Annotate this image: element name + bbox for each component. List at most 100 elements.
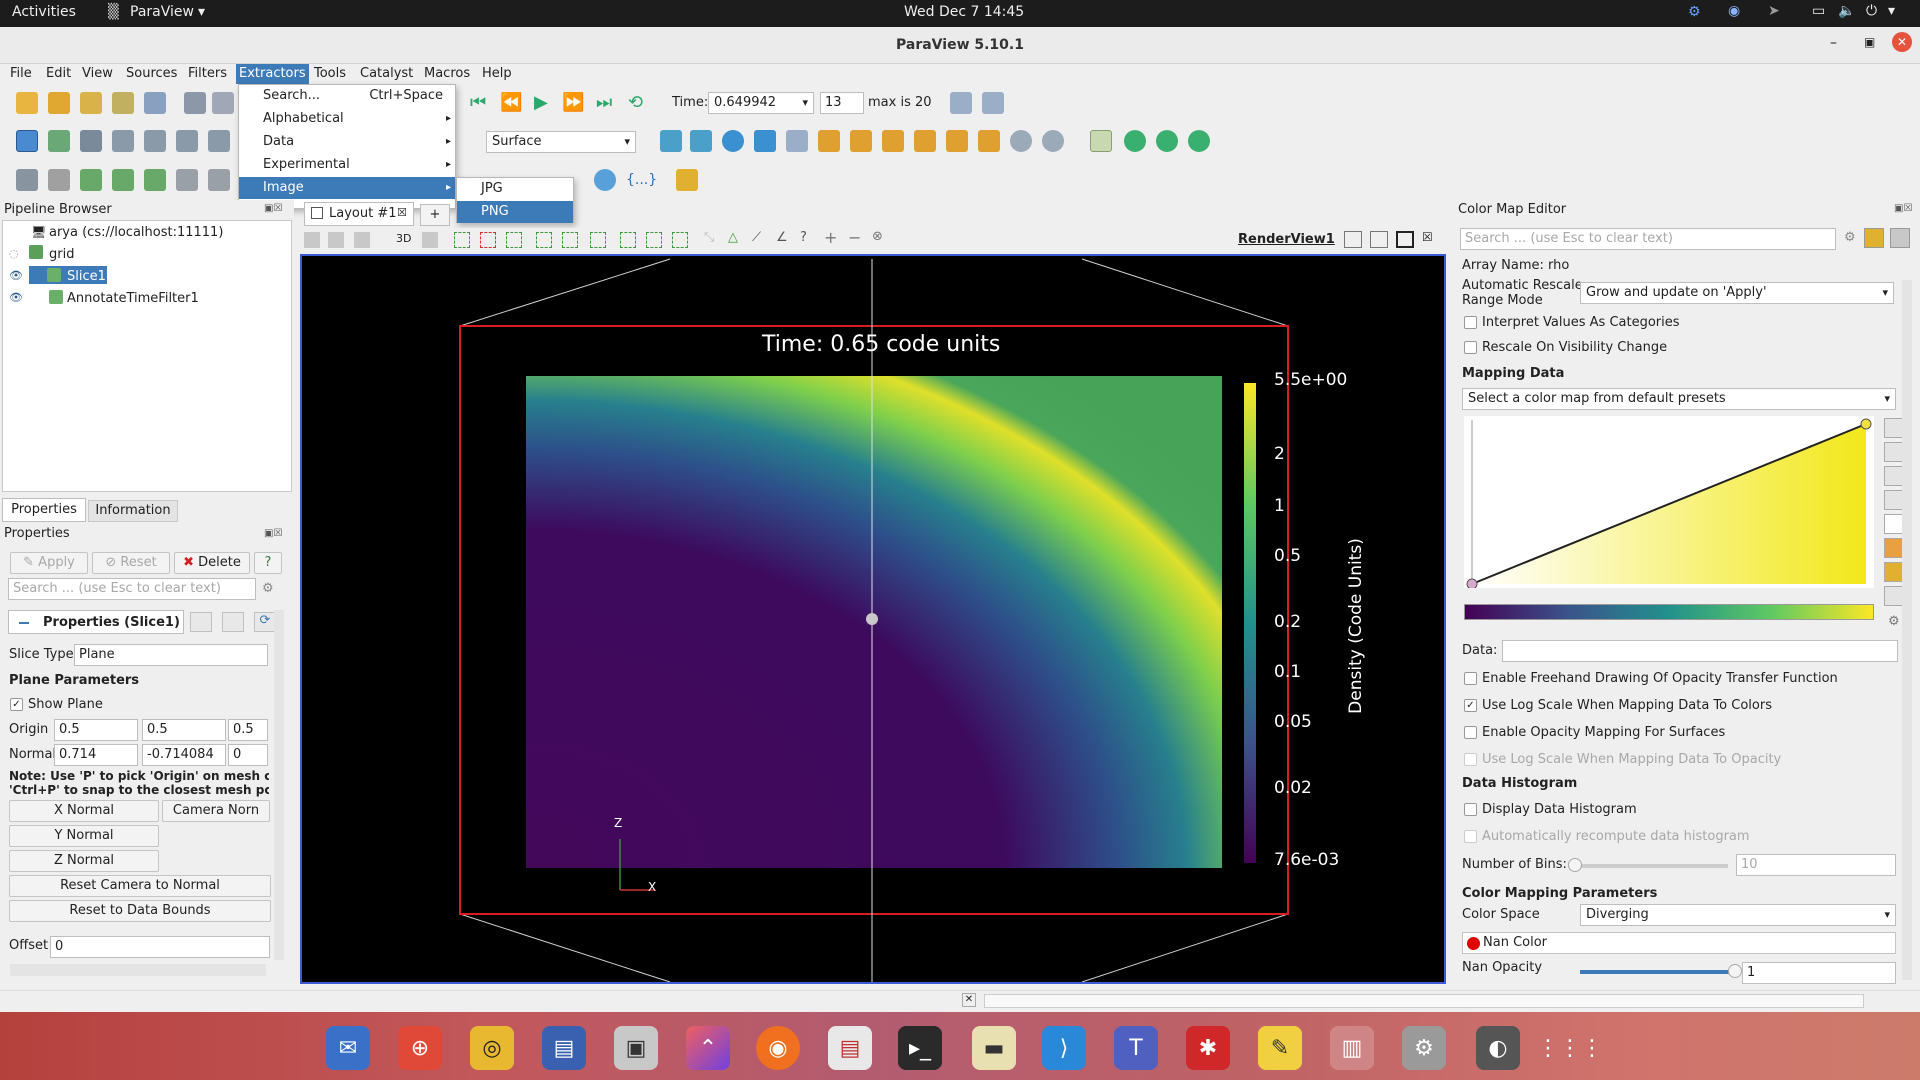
color-space-combo[interactable]: Diverging <box>1580 904 1896 926</box>
bins-slider[interactable] <box>1568 864 1728 868</box>
menu-item-alphabetical[interactable]: Alphabetical ▸ <box>239 108 455 130</box>
reset-camera-normal-button[interactable]: Reset Camera to Normal <box>9 875 271 897</box>
log-opacity-checkbox[interactable] <box>1464 753 1477 766</box>
ruler-icon[interactable] <box>676 169 698 191</box>
terminal-icon[interactable]: ▸_ <box>898 1026 942 1070</box>
log-scale-checkbox[interactable]: ✓ <box>1464 699 1477 712</box>
plane-widget-handle[interactable] <box>866 613 878 625</box>
save-state-icon[interactable] <box>112 92 134 114</box>
set-view-minus-y-icon[interactable] <box>914 130 936 152</box>
glyph-icon[interactable] <box>208 169 230 191</box>
properties-section-header[interactable]: Properties (Slice1) <box>8 610 184 634</box>
properties-scrollbar[interactable] <box>274 610 284 960</box>
close-view-icon[interactable]: ☒ <box>1422 230 1433 244</box>
next-frame-icon[interactable]: ⏩ <box>562 92 584 113</box>
data-value-input[interactable] <box>1502 640 1898 662</box>
subtract-selection-icon[interactable]: − <box>848 228 861 247</box>
maximize-button[interactable]: ▣ <box>1864 35 1875 49</box>
threshold-icon[interactable] <box>144 169 166 191</box>
hover-points-icon[interactable] <box>672 232 688 248</box>
teams-icon[interactable]: T <box>1114 1026 1158 1070</box>
gear-icon[interactable]: ⚙ <box>1888 614 1900 629</box>
previous-frame-icon[interactable]: ⏪ <box>500 92 522 113</box>
menu-extractors[interactable]: Extractors <box>236 64 309 84</box>
z-normal-button[interactable]: Z Normal <box>9 850 159 872</box>
dock-buttons-icon[interactable]: ▣☒ <box>264 203 282 214</box>
clip-icon[interactable] <box>80 169 102 191</box>
chat-icon[interactable]: ◉ <box>1728 3 1740 19</box>
restore-icon[interactable] <box>1890 228 1910 248</box>
clickup-icon[interactable]: ⌃ <box>686 1026 730 1070</box>
query-icon[interactable]: ⟋ <box>752 230 761 245</box>
set-view-plus-z-icon[interactable] <box>946 130 968 152</box>
first-frame-icon[interactable]: ⏮ <box>470 92 486 113</box>
calculator-icon[interactable] <box>16 169 38 191</box>
stream-tracer-icon[interactable] <box>594 169 616 191</box>
opacity-transfer-editor[interactable] <box>1464 416 1874 588</box>
data-range-icon[interactable] <box>1884 586 1904 606</box>
paste-icon[interactable] <box>222 612 244 632</box>
select-block-icon[interactable] <box>590 232 606 248</box>
rescale-range-icon[interactable] <box>1884 418 1904 438</box>
rescale-temporal-icon[interactable] <box>176 130 198 152</box>
show-plane-checkbox[interactable]: ✓ <box>10 698 23 711</box>
copy-icon[interactable] <box>190 612 212 632</box>
camera-normal-button[interactable]: Camera Norn <box>162 800 270 822</box>
save-data-icon[interactable] <box>80 92 102 114</box>
files-icon[interactable]: ▬ <box>972 1026 1016 1070</box>
zoom-to-data-icon[interactable] <box>950 92 972 114</box>
close-button[interactable]: ✕ <box>1892 32 1912 52</box>
choose-preset-icon[interactable] <box>1884 538 1904 558</box>
interaction-mode-icon[interactable] <box>722 130 744 152</box>
y-normal-button[interactable]: Y Normal <box>9 825 159 847</box>
tooltip-icon[interactable]: ? <box>800 230 807 245</box>
normal-z-input[interactable]: 0 <box>228 744 268 766</box>
reset-camera-icon[interactable] <box>660 130 682 152</box>
tab-layout-1[interactable]: Layout #1 ☒ <box>304 202 414 226</box>
preset-combo[interactable]: Select a color map from default presets <box>1462 388 1896 410</box>
auto-recompute-checkbox[interactable] <box>1464 830 1477 843</box>
freehand-checkbox[interactable] <box>1464 672 1477 685</box>
slice-icon[interactable] <box>112 169 134 191</box>
opacity-control-point[interactable] <box>1860 418 1872 430</box>
dock-buttons-icon[interactable]: ▣☒ <box>264 528 282 539</box>
menu-view[interactable]: View <box>80 64 115 84</box>
writer-icon[interactable]: ▤ <box>542 1026 586 1070</box>
menu-help[interactable]: Help <box>480 64 514 84</box>
help-icon[interactable]: ⊕ <box>398 1026 442 1070</box>
maximize-view-icon[interactable] <box>1396 231 1414 248</box>
time-annotation[interactable]: Time: 0.65 code units <box>762 332 1000 357</box>
edit-colormap-icon[interactable] <box>48 130 70 152</box>
gear-icon[interactable]: ⚙ <box>1844 230 1856 245</box>
settings-icon[interactable] <box>212 92 234 114</box>
screenshot-icon[interactable]: ◐ <box>1476 1026 1520 1070</box>
display-histogram-checkbox[interactable] <box>1464 803 1477 816</box>
select-points-icon[interactable] <box>480 232 496 248</box>
rescale-visible-icon[interactable] <box>144 130 166 152</box>
delete-button[interactable]: ✖ Delete <box>174 552 250 574</box>
opacity-surfaces-checkbox[interactable] <box>1464 726 1477 739</box>
send-icon[interactable]: ➤ <box>1768 3 1780 19</box>
origin-x-input[interactable]: 0.5 <box>54 719 138 741</box>
reset-button[interactable]: ⊘ Reset <box>92 552 170 574</box>
split-horizontal-icon[interactable] <box>1344 231 1362 248</box>
select-polygon-icon[interactable] <box>562 232 578 248</box>
rescale-temporal-icon[interactable] <box>1884 466 1904 486</box>
menu-item-data[interactable]: Data ▸ <box>239 131 455 153</box>
software-icon[interactable]: ▣ <box>614 1026 658 1070</box>
zoom-selection-icon[interactable] <box>422 232 438 248</box>
chevron-down-icon[interactable]: ▾ <box>1888 3 1895 19</box>
firefox-icon[interactable]: ◉ <box>756 1026 800 1070</box>
app-menu-button[interactable]: ParaView <box>130 4 194 20</box>
last-frame-icon[interactable]: ⏭ <box>596 92 612 113</box>
normal-y-input[interactable]: -0.714084 <box>142 744 226 766</box>
menu-edit[interactable]: Edit <box>44 64 73 84</box>
dock-buttons-icon[interactable]: ▣☒ <box>1894 203 1912 214</box>
play-icon[interactable]: ▶ <box>534 92 548 113</box>
split-vertical-icon[interactable] <box>1370 231 1388 248</box>
menu-item-experimental[interactable]: Experimental ▸ <box>239 154 455 176</box>
timestep-spinbox[interactable]: 13 <box>820 92 864 114</box>
rescale-visible-icon[interactable] <box>1884 490 1904 510</box>
capture-icon[interactable] <box>304 232 320 248</box>
add-selection-icon[interactable]: + <box>824 228 837 247</box>
